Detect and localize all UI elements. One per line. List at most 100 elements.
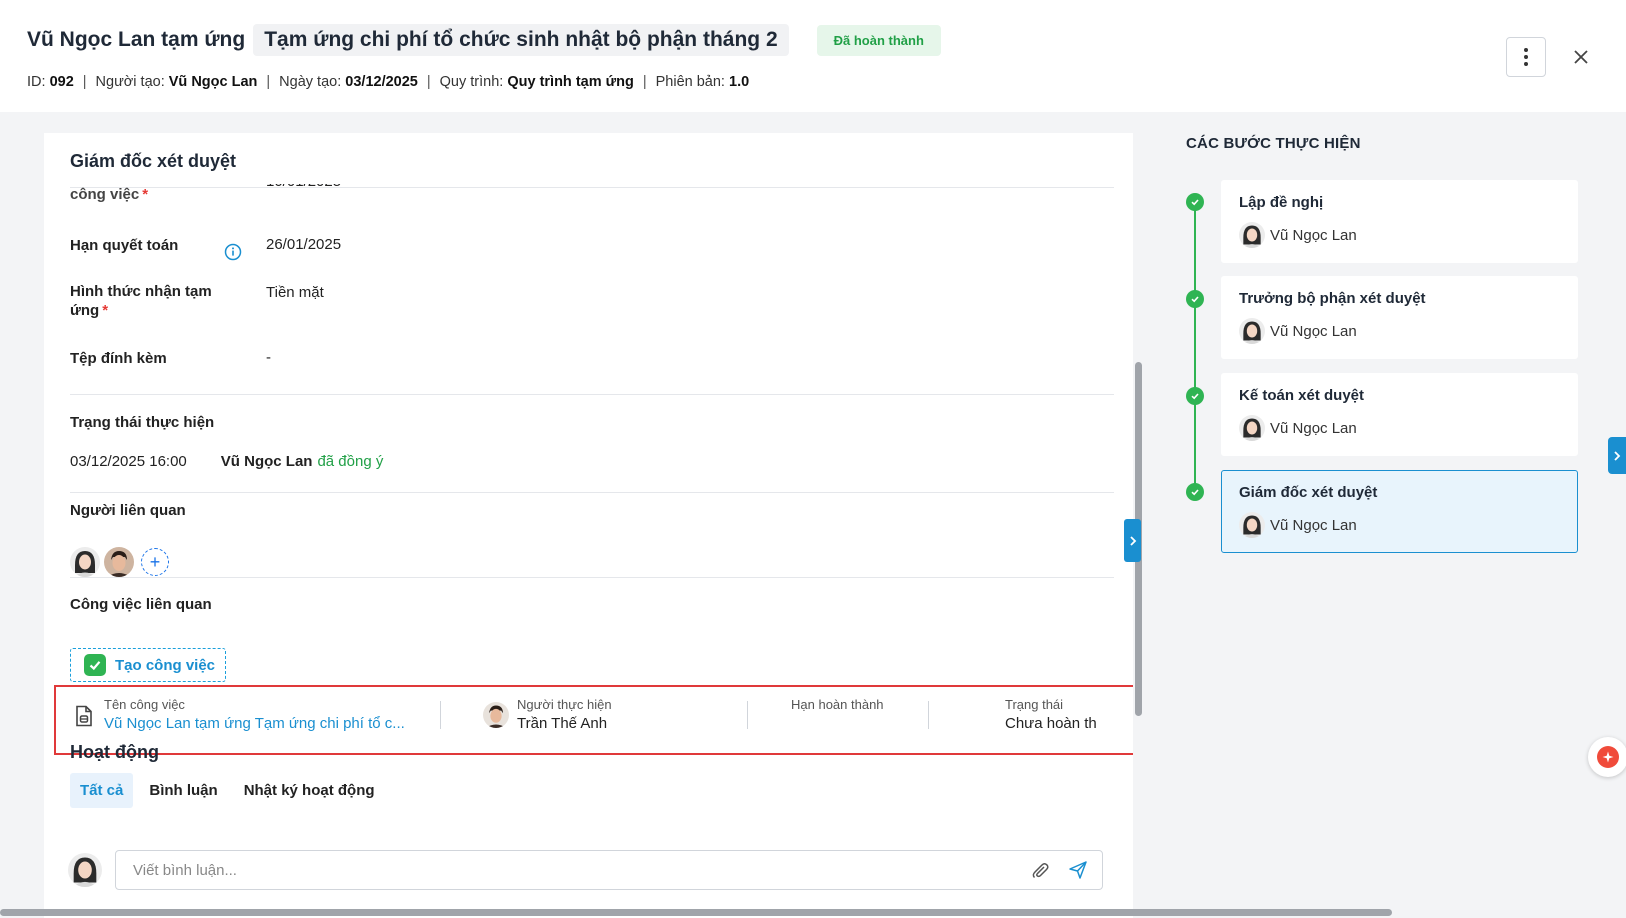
meta-created-date: Ngày tạo: 03/12/2025 bbox=[279, 74, 418, 90]
activity-tabs: Tất cả Bình luận Nhật ký hoạt động bbox=[70, 773, 391, 808]
activity-title: Hoạt động bbox=[70, 742, 159, 762]
related-people-list: + bbox=[70, 547, 169, 577]
create-task-button[interactable]: Tạo công việc bbox=[70, 648, 226, 682]
close-button[interactable] bbox=[1566, 42, 1596, 72]
chevron-right-icon bbox=[1129, 535, 1136, 546]
avatar bbox=[1239, 512, 1265, 538]
info-icon[interactable] bbox=[224, 243, 242, 261]
step-name: Kế toán xét duyệt bbox=[1239, 387, 1365, 404]
step-complete-icon bbox=[1186, 193, 1204, 211]
step-complete-icon bbox=[1186, 483, 1204, 501]
page-title: Vũ Ngọc Lan tạm ứng bbox=[27, 28, 246, 51]
status-time: 03/12/2025 16:00 bbox=[70, 453, 187, 470]
collapse-panel-button[interactable] bbox=[1124, 519, 1141, 562]
column-separator bbox=[747, 701, 748, 729]
request-detail-card: Giám đốc xét duyệt công việc * 10/01/2025… bbox=[44, 133, 1133, 918]
comment-input[interactable]: Viết bình luận... bbox=[115, 850, 1103, 890]
tab-comments[interactable]: Bình luận bbox=[139, 773, 227, 808]
column-separator bbox=[928, 701, 929, 729]
assignee-label: Người thực hiện bbox=[517, 697, 612, 712]
divider bbox=[70, 394, 1114, 395]
meta-creator: Người tạo: Vũ Ngọc Lan bbox=[95, 74, 258, 90]
step-name: Lập đề nghị bbox=[1239, 194, 1324, 211]
column-separator bbox=[440, 701, 441, 729]
deadline-label: Hạn quyết toán bbox=[70, 237, 179, 254]
avatar[interactable] bbox=[104, 547, 134, 577]
task-name-link[interactable]: Vũ Ngọc Lan tạm ứng Tạm ứng chi phí tổ c… bbox=[104, 715, 405, 732]
step-name: Trưởng bộ phận xét duyệt bbox=[1239, 290, 1426, 307]
cut-field-value: 10/01/2025 bbox=[266, 173, 342, 190]
execution-status-line: 03/12/2025 16:00 Vũ Ngọc Lan đã đồng ý bbox=[70, 453, 383, 470]
steps-title: CÁC BƯỚC THỰC HIỆN bbox=[1186, 135, 1361, 152]
checkmark-icon bbox=[84, 654, 106, 676]
step-card-current[interactable]: Giám đốc xét duyệt Vũ Ngọc Lan bbox=[1221, 470, 1578, 553]
comment-actions bbox=[1030, 860, 1088, 880]
meta-workflow: Quy trình: Quy trình tạm ứng bbox=[439, 74, 634, 90]
attachment-icon[interactable] bbox=[1030, 860, 1050, 880]
attachment-value: - bbox=[266, 349, 271, 366]
document-icon bbox=[76, 705, 92, 727]
step-user: Vũ Ngọc Lan bbox=[1239, 512, 1357, 538]
avatar bbox=[1239, 318, 1265, 344]
execution-status-title: Trạng thái thực hiện bbox=[70, 414, 215, 431]
meta-row: ID: 092 | Người tạo: Vũ Ngọc Lan | Ngày … bbox=[27, 74, 749, 90]
related-people-title: Người liên quan bbox=[70, 502, 186, 519]
assignee-value: Trần Thế Anh bbox=[517, 715, 608, 732]
divider bbox=[70, 492, 1114, 493]
deadline-value: 26/01/2025 bbox=[266, 236, 342, 253]
step-user: Vũ Ngọc Lan bbox=[1239, 415, 1357, 441]
tab-activity-log[interactable]: Nhật ký hoạt động bbox=[234, 773, 385, 808]
expand-side-panel-button[interactable] bbox=[1608, 437, 1626, 474]
cut-field-label: công việc * bbox=[70, 186, 149, 203]
due-date-label: Hạn hoàn thành bbox=[791, 697, 884, 712]
attachment-label: Tệp đính kèm bbox=[70, 350, 167, 367]
chevron-right-icon bbox=[1614, 450, 1621, 461]
step-complete-icon bbox=[1186, 387, 1204, 405]
meta-version: Phiên bản: 1.0 bbox=[655, 74, 750, 90]
more-options-button[interactable] bbox=[1506, 37, 1546, 77]
title-row: Vũ Ngọc Lan tạm ứng Tạm ứng chi phí tổ c… bbox=[27, 24, 941, 56]
step-name: Giám đốc xét duyệt bbox=[1239, 484, 1378, 501]
status-user: Vũ Ngọc Lan bbox=[220, 453, 313, 470]
dot bbox=[1524, 62, 1528, 66]
tab-all[interactable]: Tất cả bbox=[70, 773, 134, 808]
task-status-label: Trạng thái bbox=[1005, 697, 1064, 712]
add-person-button[interactable]: + bbox=[141, 548, 169, 576]
step-user: Vũ Ngọc Lan bbox=[1239, 222, 1357, 248]
receive-method-value: Tiền mặt bbox=[266, 284, 324, 301]
timeline-line bbox=[1194, 202, 1196, 492]
dot bbox=[1524, 48, 1528, 52]
divider bbox=[70, 187, 1114, 188]
comment-row: Viết bình luận... bbox=[68, 850, 1103, 890]
step-complete-icon bbox=[1186, 290, 1204, 308]
comment-placeholder: Viết bình luận... bbox=[133, 861, 237, 879]
close-icon bbox=[1574, 50, 1588, 64]
avatar bbox=[1239, 415, 1265, 441]
sparkle-icon bbox=[1597, 746, 1619, 768]
avatar[interactable] bbox=[70, 547, 100, 577]
send-icon[interactable] bbox=[1068, 860, 1088, 880]
related-task-row[interactable]: Tên công việc Vũ Ngọc Lan tạm ứng Tạm ứn… bbox=[54, 685, 1133, 755]
create-task-label: Tạo công việc bbox=[115, 656, 216, 674]
meta-id: ID: 092 bbox=[27, 74, 74, 90]
task-status-value: Chưa hoàn th bbox=[1005, 715, 1097, 732]
receive-method-label: Hình thức nhận tạm ứng * bbox=[70, 283, 212, 319]
assistant-button[interactable] bbox=[1588, 737, 1626, 777]
step-card[interactable]: Trưởng bộ phận xét duyệt Vũ Ngọc Lan bbox=[1221, 276, 1578, 359]
meta-separator: | bbox=[642, 74, 647, 90]
step-user: Vũ Ngọc Lan bbox=[1239, 318, 1357, 344]
assignee-avatar bbox=[483, 702, 509, 728]
task-name-label: Tên công việc bbox=[104, 697, 185, 712]
step-card[interactable]: Kế toán xét duyệt Vũ Ngọc Lan bbox=[1221, 373, 1578, 456]
page-header: Vũ Ngọc Lan tạm ứng Tạm ứng chi phí tổ c… bbox=[0, 0, 1626, 112]
avatar bbox=[1239, 222, 1265, 248]
related-tasks-title: Công việc liên quan bbox=[70, 596, 212, 613]
meta-separator: | bbox=[426, 74, 431, 90]
status-action: đã đồng ý bbox=[317, 453, 384, 470]
step-card[interactable]: Lập đề nghị Vũ Ngọc Lan bbox=[1221, 180, 1578, 263]
dot bbox=[1524, 55, 1528, 59]
status-badge: Đã hoàn thành bbox=[816, 24, 941, 56]
request-subject: Tạm ứng chi phí tổ chức sinh nhật bộ phậ… bbox=[253, 24, 789, 56]
divider bbox=[70, 577, 1114, 578]
horizontal-scrollbar[interactable] bbox=[0, 909, 1392, 916]
